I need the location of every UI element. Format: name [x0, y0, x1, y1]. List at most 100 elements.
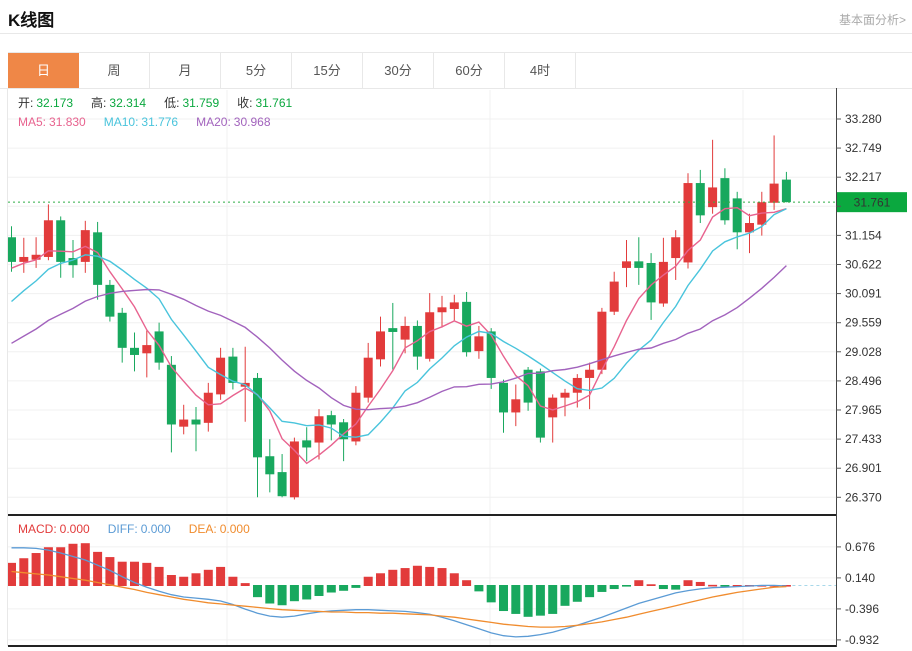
ohlc-open: 开: 32.173: [18, 96, 74, 110]
macd-bar: [43, 547, 53, 586]
candle-body: [388, 328, 398, 332]
tab-60min[interactable]: 60分: [434, 53, 505, 89]
candle-body: [191, 419, 201, 425]
tab-4hour[interactable]: 4时: [505, 53, 576, 89]
tab-week[interactable]: 周: [79, 53, 150, 89]
macd-bar: [634, 580, 644, 586]
candle-body: [781, 179, 791, 203]
macd-bar: [499, 585, 508, 612]
macd-bar: [622, 585, 631, 587]
candle-body: [695, 183, 705, 216]
candle-body: [671, 237, 681, 259]
svg-text:28.496: 28.496: [845, 374, 882, 388]
svg-text:29.028: 29.028: [845, 345, 882, 359]
tab-30min[interactable]: 30分: [363, 53, 434, 89]
candle-body: [634, 261, 644, 268]
macd-bar: [216, 566, 226, 586]
fundamental-analysis-link[interactable]: 基本面分析>: [839, 11, 906, 28]
candle-body: [19, 256, 29, 262]
svg-text:26.370: 26.370: [845, 490, 882, 504]
macd-value: MACD: 0.000: [18, 522, 90, 536]
macd-bar: [166, 575, 176, 586]
candle-body: [253, 377, 262, 458]
macd-bar: [363, 576, 373, 586]
macd-bar: [412, 565, 422, 586]
candle-body: [142, 345, 152, 354]
macd-bar: [314, 585, 324, 596]
macd-bar: [720, 585, 730, 587]
macd-bar: [289, 585, 299, 602]
macd-bar: [277, 585, 287, 606]
page-title: K线图: [8, 11, 55, 30]
macd-bar: [646, 584, 656, 586]
tab-15min[interactable]: 15分: [292, 53, 363, 89]
kline-widget: K线图 基本面分析> 日 周 月 5分 15分 30分 60分 4时 31.76…: [0, 0, 912, 651]
ma5-line: [11, 206, 787, 465]
candle-body: [302, 440, 312, 448]
svg-text:29.559: 29.559: [845, 316, 882, 330]
macd-bar: [511, 585, 521, 614]
kline-chart-canvas[interactable]: 31.761 33.280 32.749 32.217 31.154 30.622 30.0…: [0, 85, 912, 651]
candle-body: [449, 302, 459, 309]
macd-bar: [142, 562, 152, 586]
svg-text:27.965: 27.965: [845, 403, 882, 417]
candle-body: [535, 371, 545, 438]
macd-bar: [437, 568, 447, 586]
ohlc-legend: 开: 32.173 高: 32.314 低: 31.759 收: 31.761: [18, 94, 310, 111]
macd-bar: [425, 566, 435, 586]
macd-bar: [658, 585, 668, 590]
macd-bar: [351, 585, 361, 588]
macd-bar: [708, 584, 718, 587]
ohlc-high: 高: 32.314: [91, 96, 147, 110]
diff-line: [11, 547, 787, 638]
svg-text:33.280: 33.280: [845, 112, 882, 126]
candle-body: [277, 472, 287, 497]
macd-legend: MACD: 0.000 DIFF: 0.000 DEA: 0.000: [18, 522, 268, 536]
macd-bar: [191, 573, 201, 586]
macd-panel: [8, 543, 836, 638]
candle-body: [203, 392, 213, 423]
candle-body: [585, 369, 595, 378]
candle-body: [166, 364, 176, 425]
candle-body: [511, 399, 521, 413]
macd-bar: [93, 551, 103, 586]
svg-text:27.433: 27.433: [845, 432, 882, 446]
tab-day[interactable]: 日: [8, 53, 79, 89]
macd-bar: [671, 585, 681, 590]
candle-body: [117, 312, 127, 348]
tab-5min[interactable]: 5分: [221, 53, 292, 89]
macd-bar: [486, 585, 496, 603]
candle-body: [658, 261, 668, 304]
svg-text:31.154: 31.154: [845, 228, 882, 242]
svg-text:32.217: 32.217: [845, 170, 882, 184]
candle-body: [154, 331, 164, 363]
svg-text:26.901: 26.901: [845, 461, 882, 475]
candle-body: [265, 456, 275, 475]
macd-bar: [326, 585, 336, 593]
tab-month[interactable]: 月: [150, 53, 221, 89]
diff-value: DIFF: 0.000: [107, 522, 171, 536]
candle-body: [425, 312, 435, 359]
svg-text:-0.396: -0.396: [845, 602, 879, 616]
candle-body: [376, 331, 385, 360]
ma20-line: [11, 265, 787, 411]
header-divider: [0, 33, 912, 34]
ma20-legend: MA20: 30.968: [196, 115, 271, 129]
candle-body: [8, 237, 16, 262]
candle-body: [179, 419, 189, 427]
candle-body: [462, 301, 472, 353]
macd-bar: [695, 581, 705, 586]
candle-body: [437, 307, 447, 313]
macd-bar: [535, 585, 545, 616]
macd-bar: [179, 576, 189, 586]
macd-bar: [597, 585, 607, 592]
ma-lines: [11, 206, 787, 465]
candle-body: [326, 415, 336, 425]
macd-bar: [253, 585, 262, 598]
interval-tabbar: 日 周 月 5分 15分 30分 60分 4时: [8, 52, 912, 89]
svg-text:0.140: 0.140: [845, 571, 875, 585]
candle-body: [548, 397, 558, 418]
macd-bar: [609, 585, 619, 590]
candle-body: [572, 377, 582, 393]
macd-bar: [376, 573, 385, 586]
